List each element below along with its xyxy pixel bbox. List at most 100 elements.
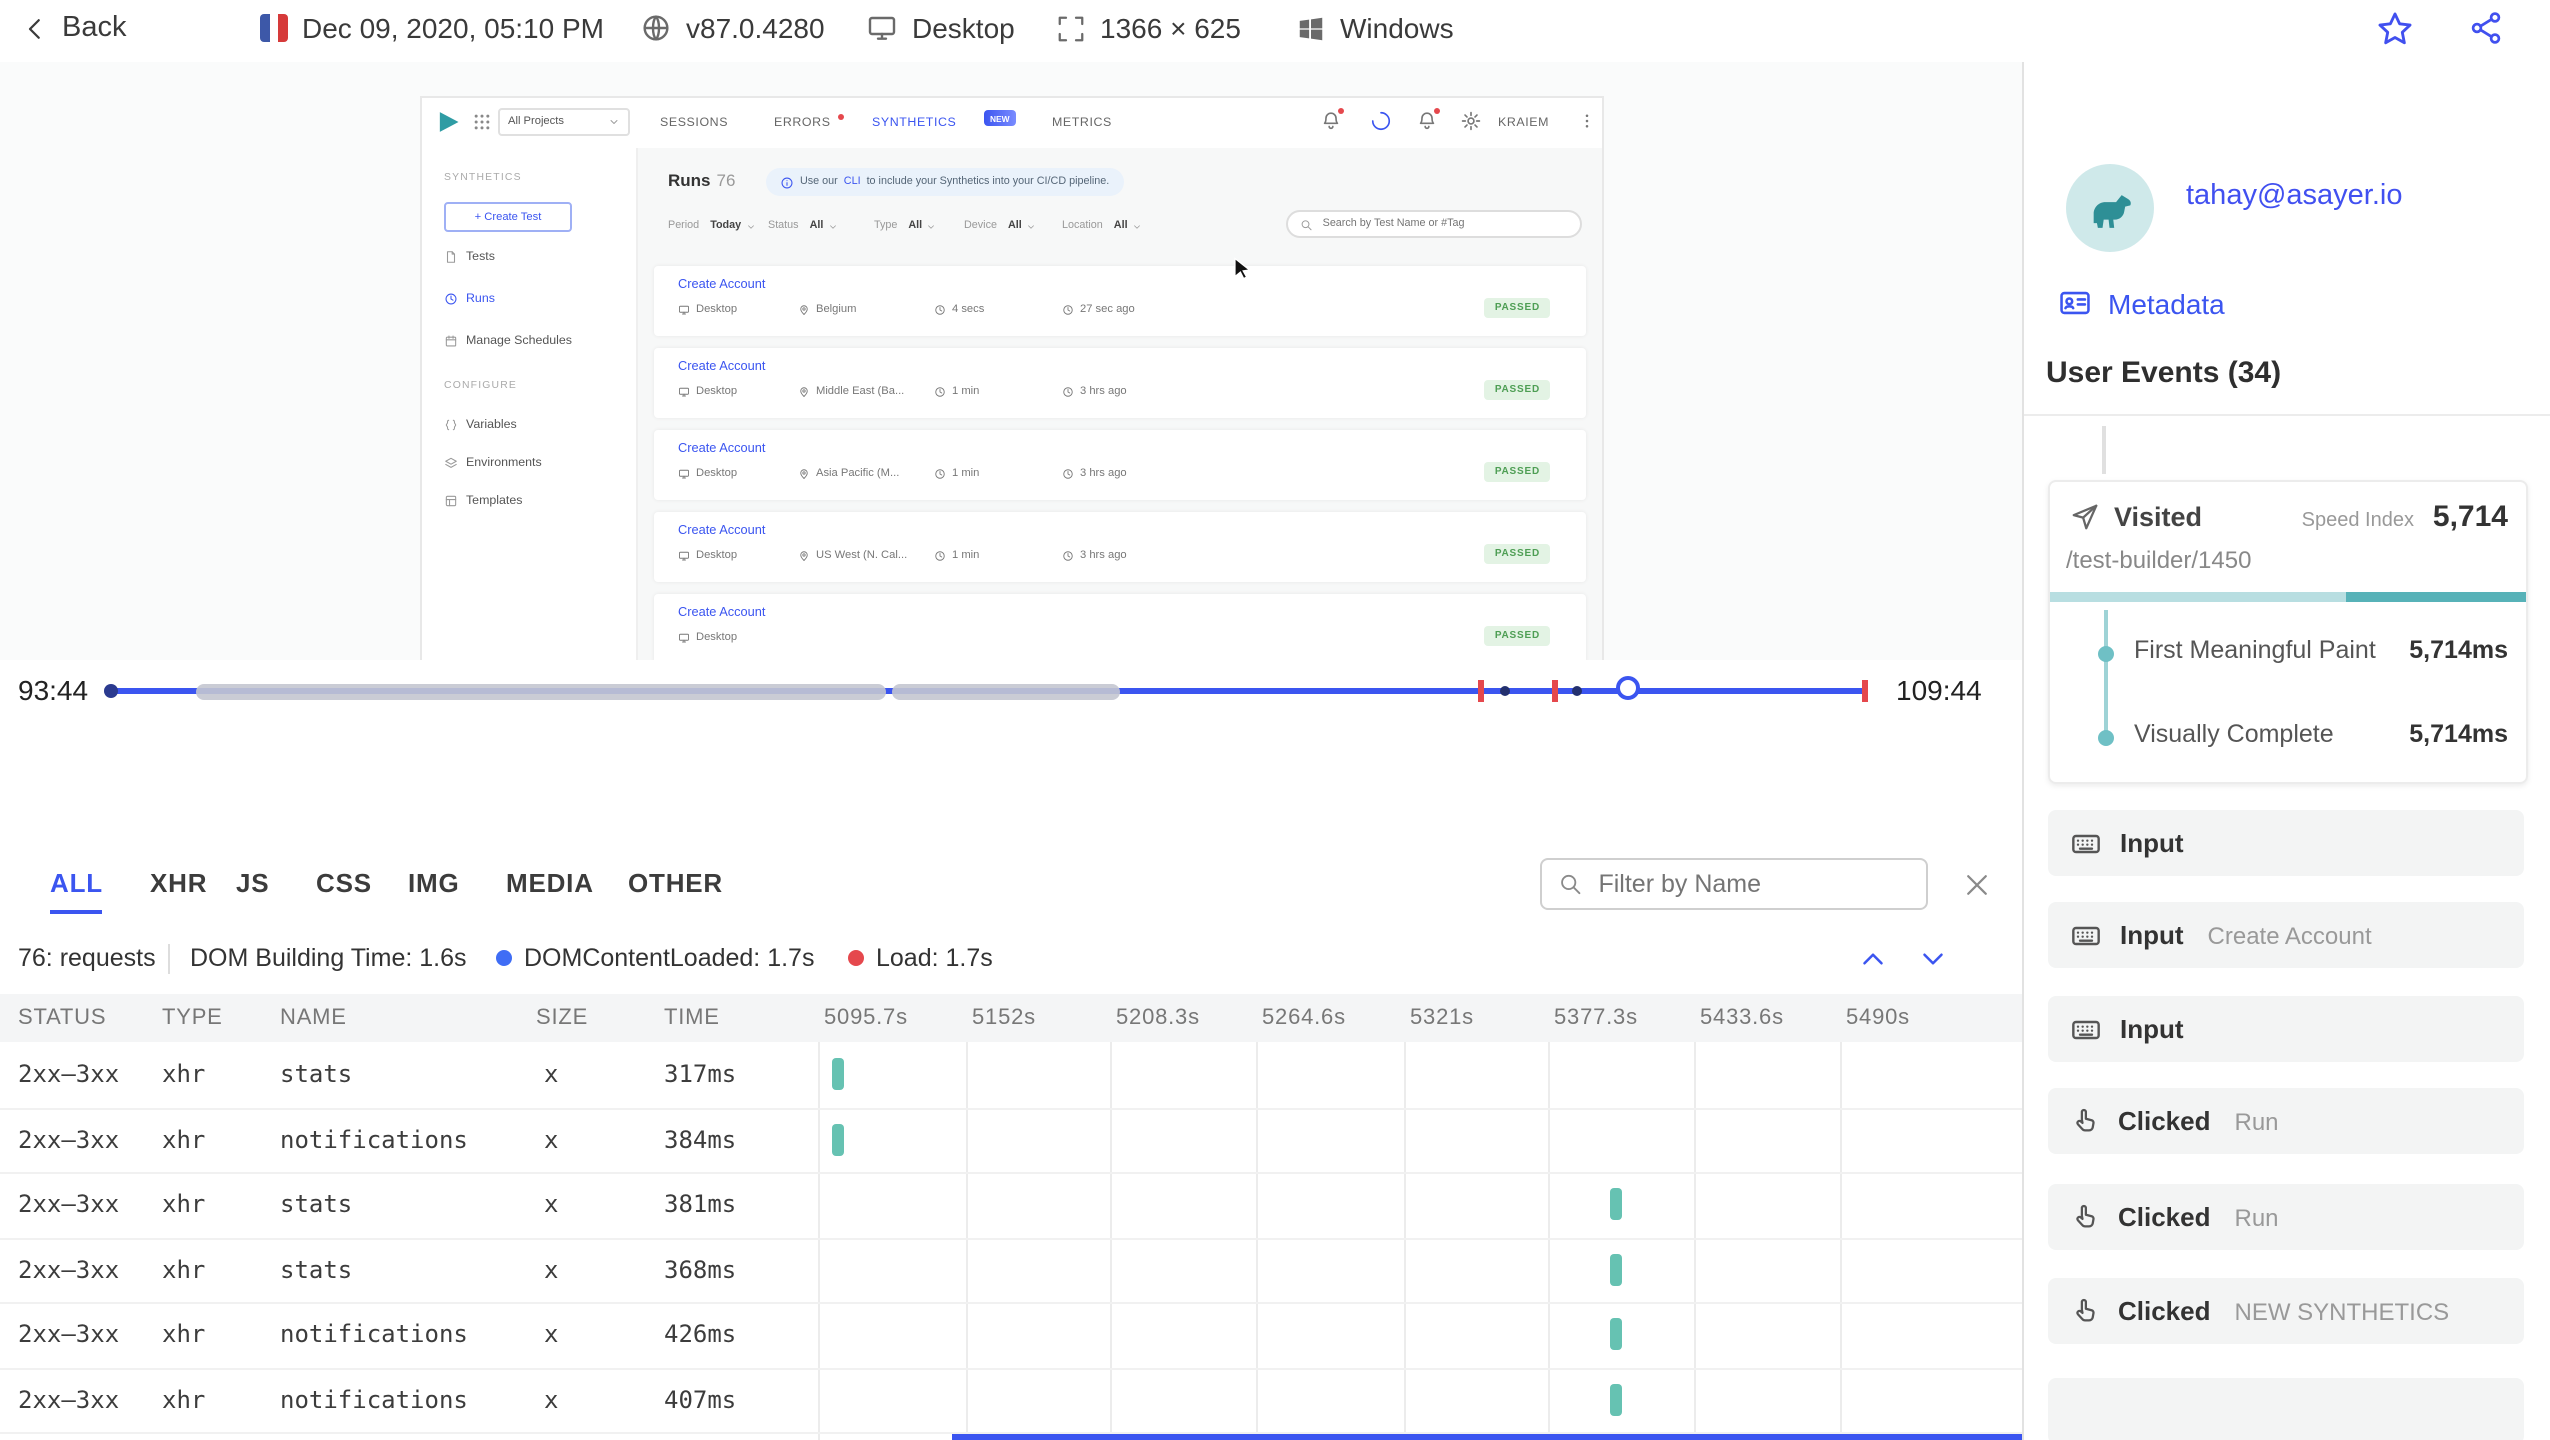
account-name: KRAIEM <box>1498 116 1550 130</box>
timeline-track[interactable] <box>104 676 1868 702</box>
event-item-clicked[interactable]: Clicked Run <box>2048 1184 2524 1250</box>
replayed-content: Runs 76 Use our CLI to include your Synth… <box>638 148 1602 660</box>
metric-dot <box>2098 646 2114 662</box>
environments-icon <box>444 456 458 470</box>
templates-icon <box>444 494 458 508</box>
info-icon <box>780 175 794 189</box>
prev-request-chevron-up-icon[interactable] <box>1856 942 1890 976</box>
metric-value: 5,714ms <box>2409 720 2508 748</box>
metric-dot <box>2098 730 2114 746</box>
network-request-row[interactable]: 2xx–3xx xhr stats x 317ms <box>0 1042 2022 1109</box>
location-pin-icon <box>798 550 810 562</box>
event-marker <box>1572 686 1582 696</box>
waterfall-bar <box>832 1123 844 1155</box>
waterfall-bar <box>1610 1253 1622 1285</box>
event-item-partial[interactable] <box>2048 1378 2524 1440</box>
test-search-box <box>1286 210 1582 238</box>
network-request-row[interactable]: 2xx–3xx xhr notifications x 426ms <box>0 1302 2022 1369</box>
share-icon[interactable] <box>2468 10 2504 46</box>
run-row: Create Account Desktop US West (N. Cal..… <box>654 512 1586 582</box>
network-request-row[interactable]: 2xx–3xx xhr notifications x 407ms <box>0 1367 2022 1434</box>
duration-clock-icon <box>934 304 946 316</box>
event-item-input[interactable]: Input <box>2048 996 2524 1062</box>
network-tab-media[interactable]: MEDIA <box>506 868 594 910</box>
next-request-chevron-down-icon[interactable] <box>1916 942 1950 976</box>
duration-clock-icon <box>934 550 946 562</box>
favorite-star-icon[interactable] <box>2376 10 2414 48</box>
inactivity-segment <box>892 683 1120 699</box>
location-pin-icon <box>798 468 810 480</box>
browser-version-label: v87.0.4280 <box>686 12 825 44</box>
sidebar-item-templates: Templates <box>444 494 522 508</box>
device-type: Desktop <box>866 12 1015 44</box>
browser-icon <box>640 12 672 44</box>
viewport-icon <box>1056 13 1086 43</box>
event-item-input[interactable]: Input <box>2048 810 2524 876</box>
os-type: Windows <box>1296 12 1454 44</box>
network-tab-xhr[interactable]: XHR <box>150 868 207 910</box>
chevron-down-icon <box>926 221 936 231</box>
device-icon <box>678 632 690 644</box>
filter-by-name-input[interactable] <box>1594 868 1910 900</box>
project-selector: All Projects <box>498 108 630 136</box>
col-size: SIZE <box>536 1006 589 1030</box>
test-search-input <box>1318 216 1568 232</box>
chevron-down-icon <box>608 116 620 128</box>
timeline: 93:44 109:44 <box>0 660 2022 720</box>
back-button[interactable]: Back <box>20 12 127 44</box>
network-request-row[interactable]: 2xx–3xx xhr stats x 381ms <box>0 1172 2022 1239</box>
event-item-input[interactable]: Input Create Account <box>2048 902 2524 968</box>
keyboard-icon <box>2070 1013 2102 1045</box>
filter-device: Device All <box>964 220 1036 232</box>
waterfall-bar <box>1610 1318 1622 1350</box>
close-panel-icon[interactable] <box>1962 870 1992 900</box>
network-panel: ALL XHR JS CSS IMG MEDIA OTHER 76: reque… <box>0 848 2022 1440</box>
dom-building-time: DOM Building Time: 1.6s <box>190 944 467 972</box>
filter-period: Period Today <box>668 220 755 232</box>
speed-index-label: Speed Index <box>2301 510 2414 532</box>
status-badge: PASSED <box>1484 380 1550 400</box>
visited-event-card[interactable]: Visited Speed Index 5,714 /test-builder/… <box>2048 480 2528 784</box>
filter-type: Type All <box>874 220 936 232</box>
network-tab-img[interactable]: IMG <box>408 868 460 910</box>
filter-location: Location All <box>1062 220 1142 232</box>
network-tab-css[interactable]: CSS <box>316 868 372 910</box>
run-row: Create Account Desktop Belgium 4 secs 27… <box>654 266 1586 336</box>
time-axis-label: 5490s <box>1846 1006 1910 1030</box>
replay-viewport[interactable]: All Projects SESSIONS ERRORS SYNTHETICS … <box>0 62 2022 660</box>
divider <box>2024 414 2550 416</box>
error-marker <box>1478 680 1483 702</box>
metadata-link[interactable]: Metadata <box>2058 286 2225 320</box>
cli-info-pill: Use our CLI to include your Synthetics i… <box>766 168 1124 196</box>
run-row: Create Account Desktop PASSED <box>654 594 1586 660</box>
metric-timeline-line <box>2104 610 2108 742</box>
requests-count: 76: requests <box>18 944 156 972</box>
playhead[interactable] <box>1616 676 1640 700</box>
bell-notification-dot <box>1338 108 1344 114</box>
network-table-header: STATUS TYPE NAME SIZE TIME 5095.7s 5152s… <box>0 994 2022 1042</box>
network-request-row[interactable]: 2xx–3xx xhr stats x 368ms <box>0 1237 2022 1304</box>
filter-status: Status All <box>768 220 837 232</box>
network-tab-all[interactable]: ALL <box>50 868 103 914</box>
sidebar-item-tests: Tests <box>444 250 495 264</box>
user-panel: tahay@asayer.io Metadata User Events (34… <box>2022 62 2550 1440</box>
network-tab-js[interactable]: JS <box>236 868 269 910</box>
network-request-row[interactable]: 2xx–3xx xhr notifications x 384ms <box>0 1107 2022 1174</box>
replayed-nav: All Projects SESSIONS ERRORS SYNTHETICS … <box>422 98 1602 150</box>
waterfall-bar <box>1610 1383 1622 1415</box>
user-events-title: User Events (34) <box>2046 356 2282 390</box>
time-ago-clock-icon <box>1062 386 1074 398</box>
event-item-clicked[interactable]: Clicked NEW SYNTHETICS <box>2048 1278 2524 1344</box>
event-item-clicked[interactable]: Clicked Run <box>2048 1088 2524 1154</box>
network-tab-other[interactable]: OTHER <box>628 868 723 910</box>
tab-metrics: METRICS <box>1052 116 1112 130</box>
chevron-down-icon <box>827 221 837 231</box>
search-icon <box>1300 217 1313 231</box>
sidebar-item-variables: Variables <box>444 418 517 432</box>
location-pin-icon <box>798 304 810 316</box>
runs-title: Runs 76 <box>668 170 736 190</box>
alerts-notification-dot <box>1434 108 1440 114</box>
divider <box>168 944 170 974</box>
avatar <box>2066 164 2154 252</box>
monitor-icon <box>866 12 898 44</box>
